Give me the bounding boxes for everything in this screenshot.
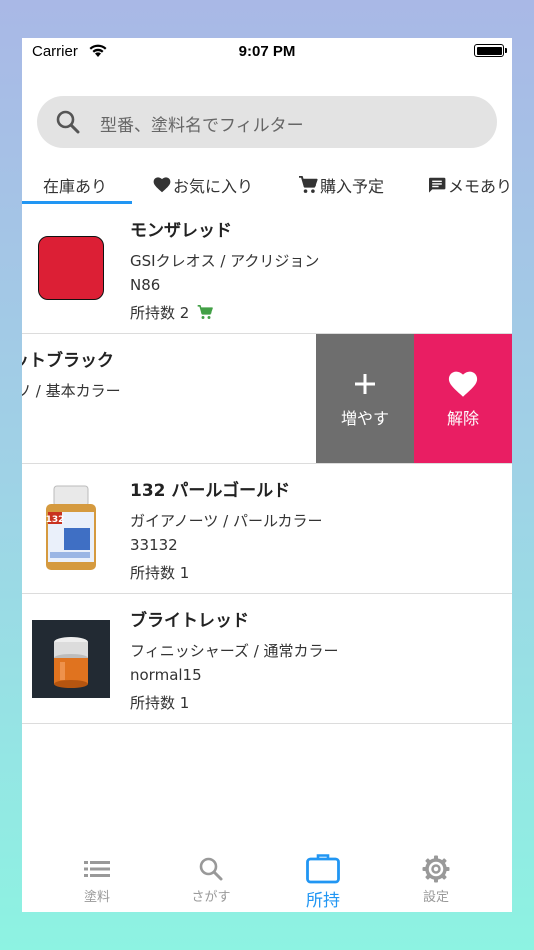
search-icon <box>198 852 224 886</box>
paint-maker: ソ / 基本カラー <box>22 382 121 400</box>
list-item[interactable]: 132 132 パールゴールド ガイアノーツ / パールカラー 33132 所持… <box>22 464 512 594</box>
memo-icon <box>428 177 446 193</box>
paint-code: N86 <box>130 276 161 294</box>
list-item-swiped[interactable]: ットブラック ソ / 基本カラー 増やす 解除 <box>22 334 512 464</box>
nav-settings[interactable]: 設定 <box>381 846 491 912</box>
owned-count: 所持数 2 <box>130 302 214 323</box>
owned-count: 所持数 1 <box>130 562 189 583</box>
owned-count-label: 所持数 1 <box>130 564 190 582</box>
increase-button[interactable]: 増やす <box>316 334 414 463</box>
paint-code: 33132 <box>130 536 178 554</box>
cart-icon <box>197 305 214 319</box>
paint-code: normal15 <box>130 666 202 684</box>
app-screen: Carrier 9:07 PM 型番、塗料名でフィルター 在庫あり お気に入り <box>22 38 512 912</box>
tab-label: 購入予定 <box>320 177 385 196</box>
unfavorite-button[interactable]: 解除 <box>414 334 512 463</box>
increase-label: 増やす <box>340 409 389 428</box>
nav-label: さがす <box>191 890 231 905</box>
paint-name: ブライトレッド <box>130 611 249 631</box>
plus-icon <box>354 369 376 399</box>
paint-bottle-image: 132 <box>32 485 110 570</box>
nav-search[interactable]: さがす <box>156 846 266 912</box>
briefcase-icon <box>306 852 340 886</box>
swatch-fill <box>38 236 104 300</box>
search-icon <box>56 110 80 134</box>
paint-maker: GSIクレオス / アクリジョン <box>130 252 320 270</box>
list-icon <box>84 852 110 886</box>
status-bar: Carrier 9:07 PM <box>22 38 512 66</box>
nav-label: 塗料 <box>83 890 110 905</box>
color-swatch <box>32 234 110 304</box>
bottom-navigation: 塗料 さがす 所持 設定 <box>22 846 512 912</box>
battery-icon <box>474 44 507 57</box>
heart-icon <box>448 369 478 399</box>
tab-to-buy[interactable]: 購入予定 <box>298 166 384 204</box>
tab-with-memo[interactable]: メモあり <box>428 166 512 204</box>
paint-maker: ガイアノーツ / パールカラー <box>130 512 323 530</box>
owned-count-label: 所持数 1 <box>130 694 190 712</box>
unfavorite-label: 解除 <box>446 409 479 428</box>
paint-name: モンザレッド <box>130 221 232 241</box>
tab-label: お気に入り <box>173 177 254 196</box>
cart-icon <box>299 176 318 193</box>
clock: 9:07 PM <box>238 43 296 60</box>
gear-icon <box>422 852 450 886</box>
list-item[interactable]: モンザレッド GSIクレオス / アクリジョン N86 所持数 2 <box>22 204 512 334</box>
search-placeholder: 型番、塗料名でフィルター <box>100 116 304 136</box>
tab-in-stock[interactable]: 在庫あり <box>43 166 107 204</box>
nav-owned[interactable]: 所持 <box>268 846 378 912</box>
owned-count: 所持数 1 <box>130 692 189 713</box>
paint-maker: フィニッシャーズ / 通常カラー <box>130 642 339 660</box>
heart-icon <box>153 177 171 193</box>
bottle-number: 132 <box>46 515 65 525</box>
nav-label: 設定 <box>422 890 449 905</box>
paint-jar-image <box>32 620 110 698</box>
list-item[interactable]: ブライトレッド フィニッシャーズ / 通常カラー normal15 所持数 1 <box>22 594 512 724</box>
filter-tabs: 在庫あり お気に入り 購入予定 メモあり <box>22 166 512 204</box>
tab-favorites[interactable]: お気に入り <box>153 166 253 204</box>
paint-name: 132 パールゴールド <box>130 481 291 501</box>
nav-label: 所持 <box>306 891 340 911</box>
tab-label: メモあり <box>448 177 512 196</box>
filter-search-bar[interactable]: 型番、塗料名でフィルター <box>37 96 497 148</box>
nav-paints[interactable]: 塗料 <box>42 846 152 912</box>
owned-count-label: 所持数 2 <box>130 304 190 322</box>
tab-label: 在庫あり <box>43 177 108 196</box>
paint-name: ットブラック <box>22 351 114 371</box>
